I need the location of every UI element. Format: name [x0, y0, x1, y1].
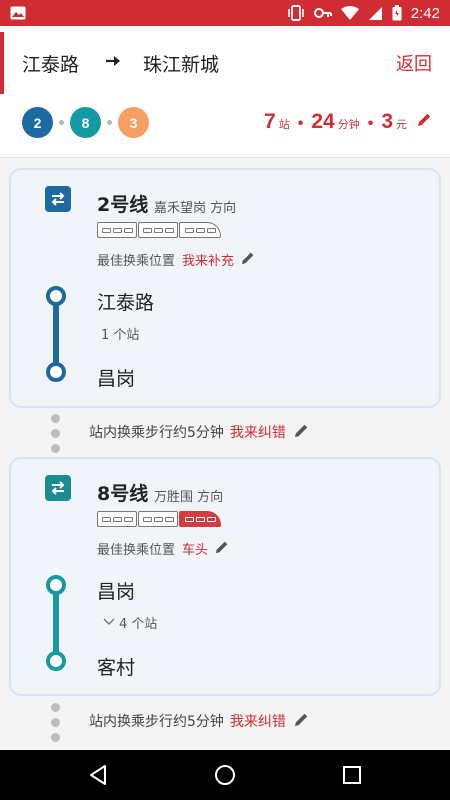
transfer-text-row: 站内换乘步行约5分钟 我来纠错: [89, 422, 309, 442]
best-transfer-position: 最佳换乘位置 车头: [97, 539, 229, 558]
segment-card-line8[interactable]: 8号线 万胜围 方向 最佳换乘位置 车头 昌岗 4 个站 客村: [9, 457, 441, 696]
clock-time: 2:42: [410, 4, 440, 22]
stop-count: 1 个站: [101, 324, 139, 343]
boarding-station: 昌岗: [97, 581, 136, 603]
badge-separator: [107, 120, 112, 125]
transfer-swap-icon: [45, 186, 71, 212]
track-bar: [53, 298, 59, 370]
line-name: 8号线: [97, 483, 149, 505]
edit-pencil-icon[interactable]: [241, 251, 255, 269]
edit-pencil-icon[interactable]: [215, 540, 229, 558]
edit-pencil-icon[interactable]: [294, 712, 309, 731]
origin-station: 江泰路: [22, 54, 80, 76]
minutes-unit: 分钟: [337, 119, 360, 131]
best-position-value: 车头: [182, 543, 209, 558]
train-diagram: [97, 222, 221, 238]
direction-label: 万胜围 方向: [154, 490, 224, 505]
train-head-car-highlighted: [179, 511, 221, 527]
system-navigation-bar: [0, 750, 450, 800]
trip-summary: 7 站 • 24 分钟 • 3 元: [264, 110, 432, 134]
track-bar: [53, 587, 59, 659]
transfer-swap-icon: [45, 475, 71, 501]
transfer-walk-text: 站内换乘步行约5分钟: [89, 425, 224, 441]
direction-label: 嘉禾望岗 方向: [154, 201, 237, 216]
best-position-label: 最佳换乘位置: [97, 254, 176, 269]
fare-amount: 3: [381, 110, 393, 133]
transfer-walk-text: 站内换乘步行约5分钟: [89, 714, 224, 730]
edit-summary-pencil-icon[interactable]: [417, 112, 432, 132]
transfer-dots: [51, 701, 61, 743]
boarding-station: 江泰路: [97, 292, 155, 314]
header-accent-bar: [0, 32, 4, 94]
station-node: [46, 651, 66, 671]
arrow-right-icon: [104, 51, 122, 71]
wifi-icon: [340, 5, 359, 21]
vpn-key-icon: [313, 7, 332, 19]
train-diagram: [97, 511, 221, 527]
summary-separator: •: [297, 115, 304, 132]
train-car: [138, 511, 178, 527]
transfer-info: 站内换乘步行约5分钟 我来纠错: [0, 410, 450, 456]
segment-card-line2[interactable]: 2号线 嘉禾望岗 方向 最佳换乘位置 我来补充 江泰路 1 个站 昌岗: [9, 168, 441, 408]
best-transfer-position: 最佳换乘位置 我来补充: [97, 250, 255, 269]
destination-station: 珠江新城: [143, 54, 220, 76]
badge-separator: [59, 120, 64, 125]
train-head-car: [179, 222, 221, 238]
route-header: 江泰路 珠江新城 返回 2 8 3 7 站 • 24 分钟 • 3 元: [0, 26, 450, 158]
station-node: [46, 362, 66, 382]
station-unit: 站: [278, 119, 290, 131]
alighting-station: 客村: [97, 657, 136, 679]
transfer-text-row: 站内换乘步行约5分钟 我来纠错: [89, 711, 309, 731]
stop-count-text: 1 个站: [101, 328, 140, 343]
line-badge-2: 2: [22, 107, 53, 138]
line-track: [44, 575, 68, 671]
station-count: 7: [264, 110, 276, 133]
station-node: [46, 286, 66, 306]
train-car: [138, 222, 178, 238]
status-bar: 2:42: [0, 0, 450, 26]
report-error-link[interactable]: 我来纠错: [230, 711, 286, 731]
gallery-notification-icon: [10, 6, 26, 20]
duration-minutes: 24: [311, 110, 335, 133]
train-car: [97, 511, 137, 527]
expand-stops-toggle[interactable]: 4 个站: [103, 613, 157, 632]
transfer-dots: [51, 412, 61, 454]
stop-count-text: 4 个站: [119, 617, 158, 632]
line-badges: 2 8 3: [22, 107, 149, 138]
edit-pencil-icon[interactable]: [294, 423, 309, 442]
best-position-value[interactable]: 我来补充: [182, 250, 234, 269]
station-node: [46, 575, 66, 595]
line-badge-8: 8: [70, 107, 101, 138]
back-button[interactable]: 返回: [396, 50, 432, 76]
train-car: [97, 222, 137, 238]
battery-icon: [392, 5, 402, 21]
line-badge-3: 3: [118, 107, 149, 138]
transfer-info: 站内换乘步行约5分钟 我来纠错: [0, 699, 450, 745]
report-error-link[interactable]: 我来纠错: [230, 422, 286, 442]
nav-recents-icon[interactable]: [340, 763, 364, 787]
chevron-down-icon: [103, 615, 115, 630]
cellular-signal-icon: [368, 6, 383, 21]
line-track: [44, 286, 68, 382]
alighting-station: 昌岗: [97, 368, 136, 390]
nav-back-icon[interactable]: [86, 763, 110, 787]
nav-home-icon[interactable]: [213, 763, 237, 787]
best-position-label: 最佳换乘位置: [97, 543, 176, 558]
vibrate-icon: [287, 5, 305, 21]
line-name: 2号线: [97, 194, 149, 216]
summary-separator: •: [367, 115, 374, 132]
fare-unit: 元: [396, 119, 407, 131]
